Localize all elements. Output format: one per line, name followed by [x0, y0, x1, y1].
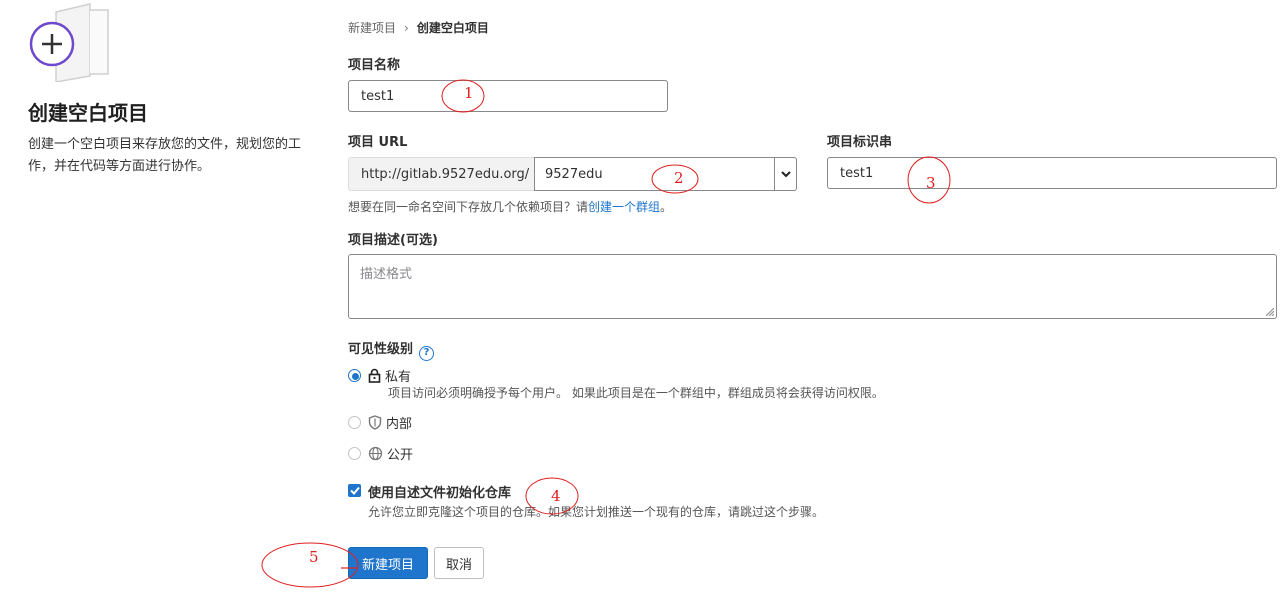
description-placeholder: 描述格式: [360, 267, 413, 282]
sidebar-description: 创建一个空白项目来存放您的文件，规划您的工作，并在代码等方面进行协作。: [28, 137, 302, 174]
sidebar-title: 创建空白项目: [28, 101, 148, 125]
group-hint-suffix: 。: [660, 200, 673, 214]
breadcrumb-current: 创建空白项目: [416, 21, 489, 35]
visibility-public[interactable]: 公开: [368, 444, 413, 463]
init-readme-description: 允许您立即克隆这个项目的仓库。如果您计划推送一个现有的仓库，请跳过这个步骤。: [368, 505, 825, 519]
chevron-down-icon[interactable]: [774, 158, 796, 190]
create-project-button[interactable]: 新建项目: [348, 547, 428, 579]
project-slug-label: 项目标识串: [827, 135, 893, 150]
globe-icon: [368, 446, 383, 461]
annotation-4: 4: [551, 487, 561, 505]
visibility-private-radio[interactable]: [348, 369, 361, 382]
visibility-private-description: 项目访问必须明确授予每个用户。 如果此项目是在一个群组中，群组成员将会获得访问权…: [388, 386, 884, 400]
breadcrumb-separator: ›: [404, 21, 409, 35]
new-project-illustration-icon: [29, 3, 109, 82]
project-slug-value: test1: [840, 165, 874, 181]
annotation-5: 5: [309, 548, 319, 566]
breadcrumb: 新建项目 › 创建空白项目: [348, 19, 489, 36]
visibility-private[interactable]: 私有: [368, 366, 411, 385]
group-hint-text: 想要在同一命名空间下存放几个依赖项目？请: [348, 200, 589, 214]
annotation-1: 1: [464, 84, 474, 102]
namespace-select[interactable]: 9527edu: [534, 157, 797, 191]
visibility-internal-label: 内部: [386, 417, 413, 432]
project-url-prefix: http://gitlab.9527edu.org/: [348, 157, 535, 191]
breadcrumb-parent[interactable]: 新建项目: [348, 21, 396, 35]
visibility-label-text: 可见性级别: [348, 342, 414, 357]
resize-handle-icon[interactable]: [1266, 308, 1274, 316]
create-group-link[interactable]: 创建一个群组: [588, 200, 660, 214]
init-readme-checkbox[interactable]: [348, 484, 361, 497]
visibility-internal[interactable]: 内部: [368, 413, 412, 432]
init-readme-label[interactable]: 使用自述文件初始化仓库: [368, 482, 511, 501]
project-name-value: test1: [361, 88, 395, 104]
visibility-label: 可见性级别?: [348, 338, 435, 361]
annotation-3: 3: [926, 174, 936, 192]
project-name-label: 项目名称: [348, 58, 401, 73]
shield-icon: [368, 415, 382, 430]
cancel-button[interactable]: 取消: [434, 547, 484, 579]
visibility-public-label: 公开: [387, 448, 414, 463]
project-slug-input[interactable]: test1: [827, 157, 1277, 189]
namespace-value: 9527edu: [545, 166, 603, 182]
visibility-internal-radio[interactable]: [348, 416, 361, 429]
project-url-label: 项目 URL: [348, 135, 408, 150]
lock-icon: [368, 368, 381, 383]
description-label: 项目描述(可选): [348, 233, 438, 248]
group-hint: 想要在同一命名空间下存放几个依赖项目？请创建一个群组。: [348, 198, 672, 215]
annotation-2: 2: [674, 169, 684, 187]
visibility-private-label: 私有: [385, 370, 412, 385]
project-name-input[interactable]: test1: [348, 80, 668, 112]
visibility-public-radio[interactable]: [348, 447, 361, 460]
description-textarea[interactable]: 描述格式: [348, 254, 1277, 319]
help-icon[interactable]: ?: [419, 346, 435, 361]
checkmark-icon: [349, 486, 360, 495]
